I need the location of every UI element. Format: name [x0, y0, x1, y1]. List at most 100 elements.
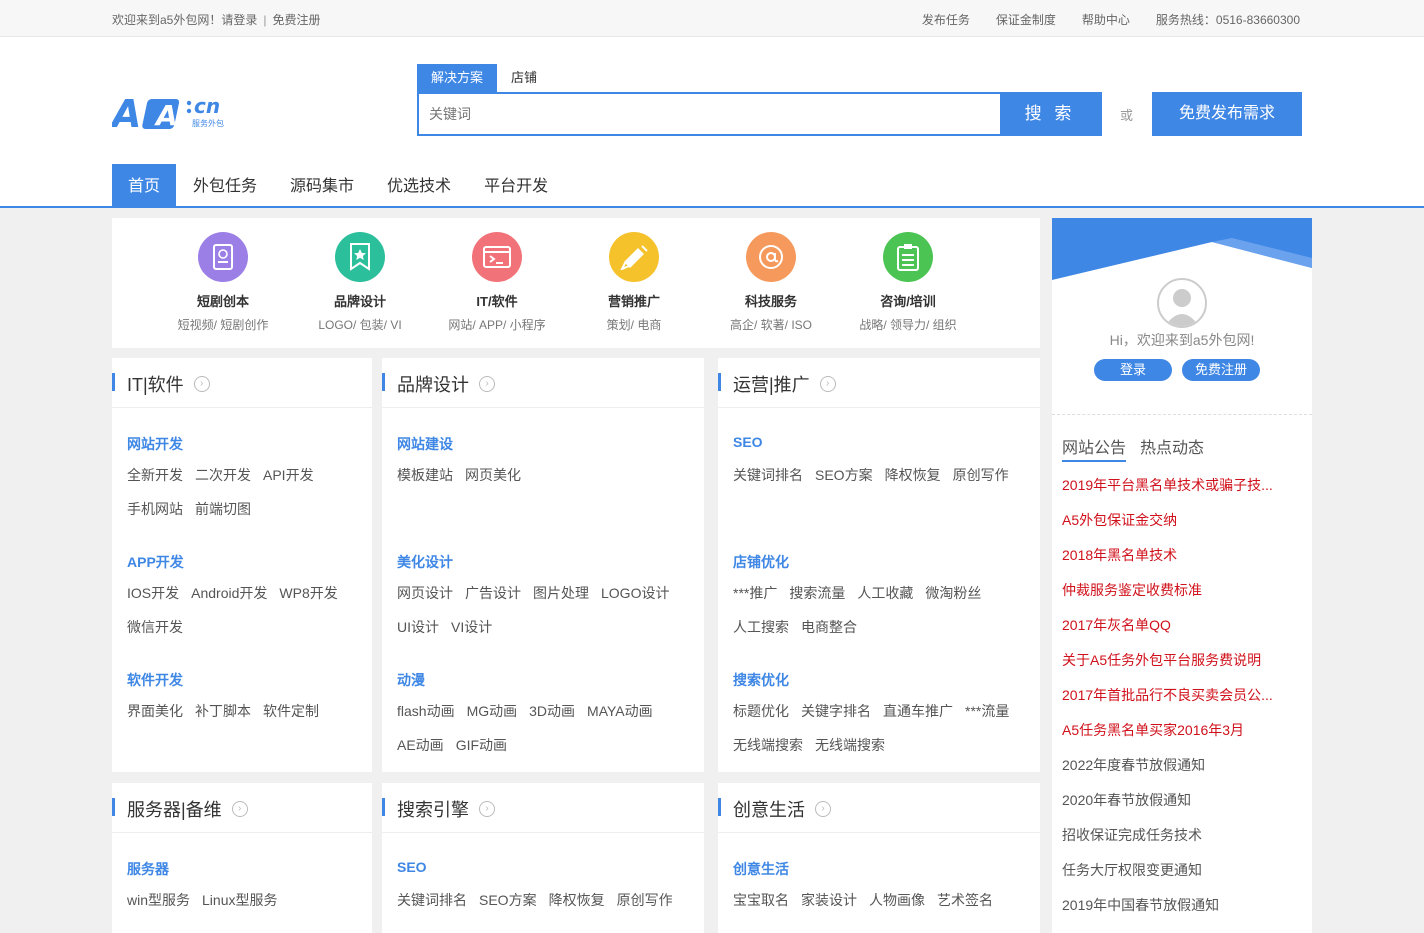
search-button[interactable]: 搜 索	[1000, 94, 1100, 134]
link[interactable]: 降权恢复	[885, 458, 941, 492]
register-button[interactable]: 免费注册	[1182, 359, 1260, 381]
link[interactable]: MG动画	[467, 694, 518, 728]
link[interactable]: UI设计	[397, 610, 439, 644]
link[interactable]: 人物画像	[869, 883, 925, 917]
link[interactable]: 3D动画	[529, 694, 575, 728]
link[interactable]: 二次开发	[195, 458, 251, 492]
tab-solutions[interactable]: 解决方案	[417, 64, 498, 92]
arrow-right-icon[interactable]: ›	[479, 376, 495, 393]
arrow-right-icon[interactable]: ›	[231, 801, 248, 818]
link[interactable]: ***流量	[965, 694, 1009, 728]
link[interactable]: 无线端搜索	[815, 728, 885, 762]
panel-title[interactable]: 创意生活 ›	[733, 796, 831, 822]
link[interactable]: 家装设计	[801, 883, 857, 917]
group-title[interactable]: 美化设计	[397, 552, 704, 572]
notice-item[interactable]: 2018年黑名单技术	[1062, 542, 1302, 577]
link[interactable]: 图片处理	[533, 576, 589, 610]
link[interactable]: 手机网站	[127, 492, 183, 526]
link[interactable]: LOGO设计	[601, 576, 669, 610]
group-title[interactable]: 店铺优化	[733, 552, 1040, 572]
notice-item[interactable]: 2019年中国春节放假通知	[1062, 892, 1302, 927]
link[interactable]: 降权恢复	[549, 883, 605, 917]
group-title[interactable]: 软件开发	[127, 670, 372, 690]
link[interactable]: 关键字排名	[801, 694, 871, 728]
group-title[interactable]: 搜索优化	[733, 670, 1040, 690]
arrow-right-icon[interactable]: ›	[815, 801, 831, 818]
arrow-right-icon[interactable]: ›	[819, 376, 836, 393]
link[interactable]: WP8开发	[279, 576, 337, 610]
notice-item[interactable]: 2020年春节放假通知	[1062, 787, 1302, 822]
nav-home[interactable]: 首页	[112, 164, 177, 206]
panel-title[interactable]: 搜索引擎 ›	[397, 796, 495, 822]
group-title[interactable]: 动漫	[397, 670, 704, 690]
link[interactable]: 直通车推广	[883, 694, 953, 728]
login-button[interactable]: 登录	[1094, 359, 1172, 381]
link[interactable]: SEO方案	[479, 883, 537, 917]
link[interactable]: 关键词排名	[397, 883, 467, 917]
category-brand-design[interactable]: 品牌设计 LOGO/ 包装/ VI	[295, 232, 425, 333]
link[interactable]: 人工收藏	[857, 576, 913, 610]
link[interactable]: API开发	[263, 458, 314, 492]
link[interactable]: 软件定制	[263, 694, 319, 728]
link[interactable]: 原创写作	[617, 883, 673, 917]
notice-item[interactable]: 任务大厅权限变更通知	[1062, 857, 1302, 892]
category-tech-service[interactable]: 科技服务 高企/ 软著/ ISO	[706, 232, 836, 333]
link[interactable]: MAYA动画	[587, 694, 653, 728]
site-logo[interactable]: A A5 cn 服务外包	[109, 89, 232, 136]
link[interactable]: 补丁脚本	[195, 694, 251, 728]
link[interactable]: 无线端搜索	[733, 728, 803, 762]
group-title[interactable]: 网站开发	[127, 434, 372, 454]
arrow-right-icon[interactable]: ›	[193, 376, 210, 393]
link[interactable]: 艺术签名	[937, 883, 993, 917]
link[interactable]: AE动画	[397, 728, 444, 762]
link[interactable]: 标题优化	[733, 694, 789, 728]
category-short-drama[interactable]: 短剧创本 短视频/ 短剧创作	[158, 232, 288, 333]
publish-requirement-button[interactable]: 免费发布需求	[1152, 92, 1302, 136]
nav-outsourcing[interactable]: 外包任务	[177, 164, 273, 206]
link[interactable]: VI设计	[451, 610, 492, 644]
tab-shops[interactable]: 店铺	[497, 64, 551, 92]
panel-title[interactable]: 服务器|备维 ›	[127, 796, 248, 822]
login-link[interactable]: 欢迎来到a5外包网！请登录	[112, 13, 257, 27]
link[interactable]: IOS开发	[127, 576, 179, 610]
link[interactable]: 网页设计	[397, 576, 453, 610]
arrow-right-icon[interactable]: ›	[479, 801, 495, 818]
panel-title[interactable]: 运营|推广 ›	[733, 371, 836, 397]
category-marketing[interactable]: 营销推广 策划/ 电商	[569, 232, 699, 333]
link[interactable]: 微信开发	[127, 610, 183, 644]
link[interactable]: win型服务	[127, 883, 190, 917]
link[interactable]: 全新开发	[127, 458, 183, 492]
group-title[interactable]: 网站建设	[397, 434, 704, 454]
deposit-policy-link[interactable]: 保证金制度	[996, 11, 1056, 28]
nav-preferred-tech[interactable]: 优选技术	[371, 164, 467, 206]
link[interactable]: 电商整合	[801, 610, 857, 644]
nav-platform-dev[interactable]: 平台开发	[468, 164, 564, 206]
link[interactable]: GIF动画	[456, 728, 507, 762]
link[interactable]: Linux型服务	[202, 883, 277, 917]
link[interactable]: 模板建站	[397, 458, 453, 492]
search-input[interactable]	[419, 94, 1002, 134]
notice-item[interactable]: A5外包保证金交纳	[1062, 507, 1302, 542]
link[interactable]: 原创写作	[953, 458, 1009, 492]
tab-hot-news[interactable]: 热点动态	[1140, 434, 1204, 462]
link[interactable]: 宝宝取名	[733, 883, 789, 917]
publish-task-link[interactable]: 发布任务	[922, 11, 970, 28]
category-it-software[interactable]: IT/软件 网站/ APP/ 小程序	[432, 232, 562, 333]
notice-item[interactable]: 2019年平台黑名单技术或骗子技...	[1062, 472, 1302, 507]
link[interactable]: 关键词排名	[733, 458, 803, 492]
link[interactable]: 网页美化	[465, 458, 521, 492]
link[interactable]: 微淘粉丝	[925, 576, 981, 610]
category-consulting[interactable]: 咨询/培训 战略/ 领导力/ 组织	[843, 232, 973, 333]
link[interactable]: 人工搜索	[733, 610, 789, 644]
notice-item[interactable]: 2017年灰名单QQ	[1062, 612, 1302, 647]
link[interactable]: 广告设计	[465, 576, 521, 610]
notice-item[interactable]: 招收保证完成任务技术	[1062, 822, 1302, 857]
tab-announcements[interactable]: 网站公告	[1062, 434, 1127, 462]
link[interactable]: ***推广	[733, 576, 777, 610]
notice-item[interactable]: A5任务黑名单买家2016年3月	[1062, 717, 1302, 752]
notice-item[interactable]: 仲裁服务鉴定收费标准	[1062, 577, 1302, 612]
notice-item[interactable]: 2022年度春节放假通知	[1062, 752, 1302, 787]
help-center-link[interactable]: 帮助中心	[1082, 11, 1130, 28]
panel-title[interactable]: IT|软件 ›	[127, 371, 210, 397]
group-title[interactable]: 创意生活	[733, 859, 1040, 879]
